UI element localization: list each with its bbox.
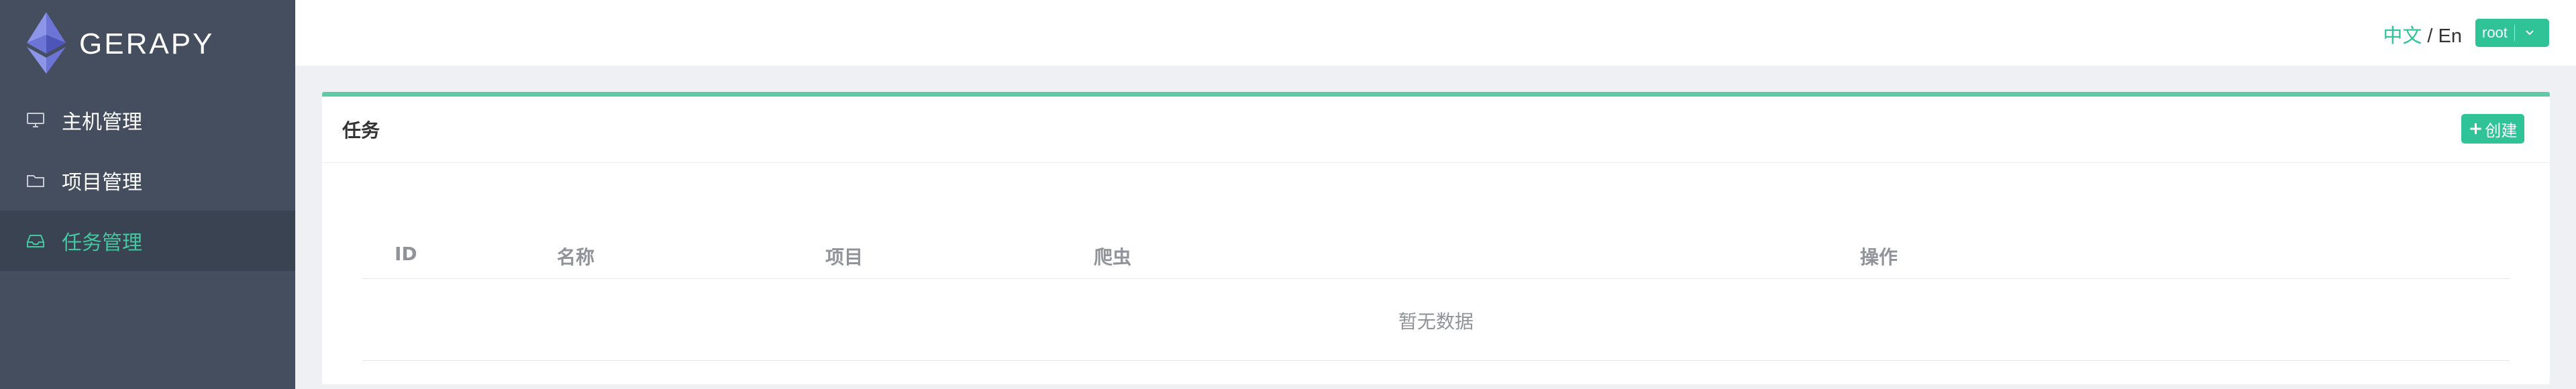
- sidebar: GERAPY 主机管理 项目管理 任务管理: [0, 0, 295, 389]
- brand[interactable]: GERAPY: [0, 0, 295, 89]
- language-switcher: 中文 / En: [2383, 20, 2462, 48]
- card-header: 任务 + 创建: [322, 97, 2550, 163]
- plus-icon: +: [2468, 119, 2483, 139]
- sidebar-item-projects[interactable]: 项目管理: [0, 150, 295, 211]
- brand-title: GERAPY: [79, 27, 215, 60]
- lang-separator: /: [2422, 25, 2438, 47]
- column-header-actions: 操作: [1860, 246, 1898, 268]
- inbox-icon: [25, 231, 46, 251]
- sidebar-item-label: 主机管理: [62, 111, 142, 134]
- user-dropdown-button[interactable]: root: [2475, 19, 2549, 47]
- top-header: 中文 / En root: [295, 0, 2576, 66]
- sidebar-item-hosts[interactable]: 主机管理: [0, 90, 295, 150]
- card-title: 任务: [342, 119, 380, 142]
- table-header: ID 名称 项目 爬虫 操作: [362, 212, 2510, 279]
- user-name: root: [2482, 24, 2508, 41]
- sidebar-item-label: 任务管理: [62, 231, 142, 255]
- chevron-down-icon: [2524, 24, 2535, 42]
- folder-icon: [25, 170, 46, 190]
- table-body: 暂无数据: [362, 279, 2510, 361]
- create-button-label: 创建: [2485, 121, 2518, 140]
- lang-zh-link[interactable]: 中文: [2383, 25, 2422, 47]
- sidebar-item-label: 项目管理: [62, 171, 142, 194]
- empty-state-text: 暂无数据: [1398, 311, 1474, 333]
- column-header-project: 项目: [825, 246, 864, 268]
- lang-en-link[interactable]: En: [2438, 25, 2462, 47]
- column-header-id: ID: [395, 243, 417, 265]
- column-header-name: 名称: [557, 246, 595, 268]
- column-header-spider: 爬虫: [1094, 246, 1132, 268]
- sidebar-item-tasks[interactable]: 任务管理: [0, 211, 295, 271]
- button-divider: [2514, 25, 2515, 41]
- create-task-button[interactable]: + 创建: [2461, 114, 2524, 144]
- task-table: ID 名称 项目 爬虫 操作 暂无数据: [362, 212, 2510, 361]
- monitor-icon: [25, 110, 46, 130]
- gerapy-logo-icon: [27, 12, 66, 76]
- task-card: 任务 + 创建 ID 名称 项目 爬虫 操作 暂无数据: [322, 92, 2550, 384]
